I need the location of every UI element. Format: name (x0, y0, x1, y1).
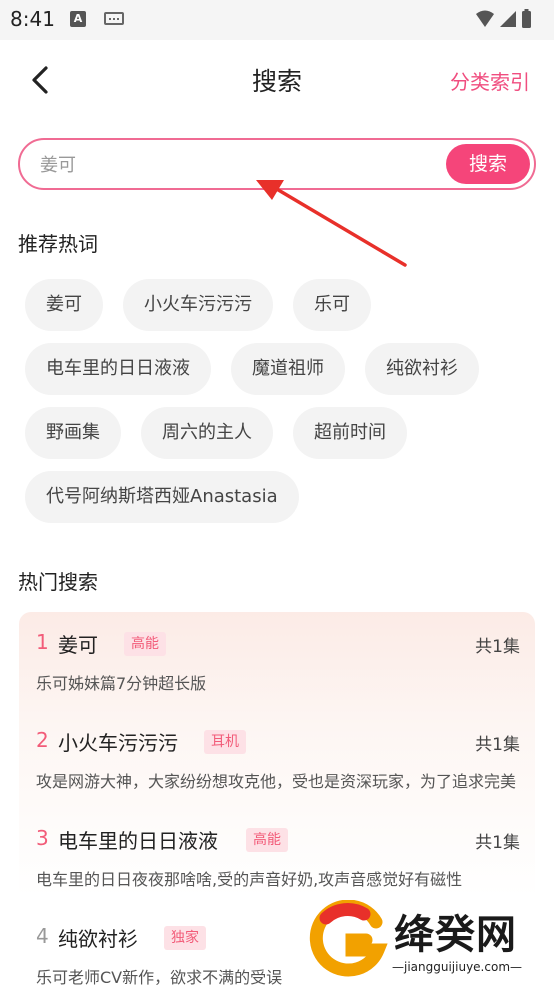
rank-number: 4 (36, 924, 49, 948)
watermark-brand: 绛癸网 (394, 912, 517, 958)
search-box: 搜索 (18, 138, 536, 190)
a-icon: A (70, 11, 86, 27)
watermark-url: —jiangguijiuye.com— (392, 960, 523, 974)
category-index-link[interactable]: 分类索引 (450, 66, 530, 95)
item-description: 乐可老师CV新作，欲求不满的受误 (36, 968, 283, 986)
item-title: 纯欲衬衫 (58, 927, 138, 951)
episode-count: 共1集 (475, 833, 520, 853)
hot-tag[interactable]: 姜可 (25, 279, 103, 331)
wifi-icon (476, 10, 494, 27)
item-badge: 高能 (246, 828, 288, 852)
item-description: 电车里的日日夜夜那啥啥,受的声音好奶,攻声音感觉好有磁性 (36, 870, 463, 889)
system-status-icons (476, 9, 531, 28)
status-bar: 8:41 A (0, 0, 554, 40)
battery-icon (522, 11, 531, 28)
item-badge: 耳机 (204, 730, 246, 754)
hot-search-item[interactable]: 1 姜可 高能 共1集 乐可姊妹篇7分钟超长版 (36, 630, 520, 720)
recommended-title: 推荐热词 (18, 232, 98, 256)
rank-number: 1 (36, 630, 49, 654)
watermark-logo-icon (309, 900, 388, 977)
watermark: 绛癸网 —jiangguijiuye.com— (300, 898, 554, 986)
status-time: 8:41 (10, 7, 55, 31)
hot-search-item[interactable]: 2 小火车污污污 耳机 共1集 攻是网游大神，大家纷纷想攻克他，受也是资深玩家，… (36, 728, 520, 818)
item-badge: 独家 (164, 926, 206, 950)
item-title: 电车里的日日液液 (58, 829, 218, 853)
hot-search-title: 热门搜索 (18, 570, 98, 594)
episode-count: 共1集 (475, 735, 520, 755)
item-badge: 高能 (124, 632, 166, 656)
tag-row: 电车里的日日液液 魔道祖师 纯欲衬衫 (25, 343, 525, 395)
episode-count: 共1集 (475, 637, 520, 657)
item-description: 攻是网游大神，大家纷纷想攻克他，受也是资深玩家，为了追求完美 (36, 772, 517, 791)
item-description: 乐可姊妹篇7分钟超长版 (36, 674, 207, 693)
recommended-tags: 姜可 小火车污污污 乐可 电车里的日日液液 魔道祖师 纯欲衬衫 野画集 周六的主… (25, 279, 525, 535)
keyboard-icon (104, 12, 124, 25)
tag-row: 代号阿纳斯塔西娅Anastasia (25, 471, 525, 523)
signal-icon (500, 11, 516, 27)
rank-number: 3 (36, 826, 49, 850)
item-title: 小火车污污污 (58, 731, 178, 755)
hot-tag[interactable]: 代号阿纳斯塔西娅Anastasia (25, 471, 299, 523)
hot-tag[interactable]: 超前时间 (293, 407, 407, 459)
search-input[interactable] (40, 150, 440, 180)
hot-tag[interactable]: 野画集 (25, 407, 121, 459)
tag-row: 姜可 小火车污污污 乐可 (25, 279, 525, 331)
rank-number: 2 (36, 728, 49, 752)
hot-tag[interactable]: 电车里的日日液液 (25, 343, 211, 395)
hot-tag[interactable]: 魔道祖师 (231, 343, 345, 395)
hot-tag[interactable]: 小火车污污污 (123, 279, 273, 331)
hot-tag[interactable]: 乐可 (293, 279, 371, 331)
item-title: 姜可 (58, 633, 98, 657)
search-button[interactable]: 搜索 (446, 144, 530, 184)
hot-tag[interactable]: 周六的主人 (141, 407, 273, 459)
tag-row: 野画集 周六的主人 超前时间 (25, 407, 525, 459)
hot-tag[interactable]: 纯欲衬衫 (365, 343, 479, 395)
header: 搜索 分类索引 (0, 40, 554, 120)
